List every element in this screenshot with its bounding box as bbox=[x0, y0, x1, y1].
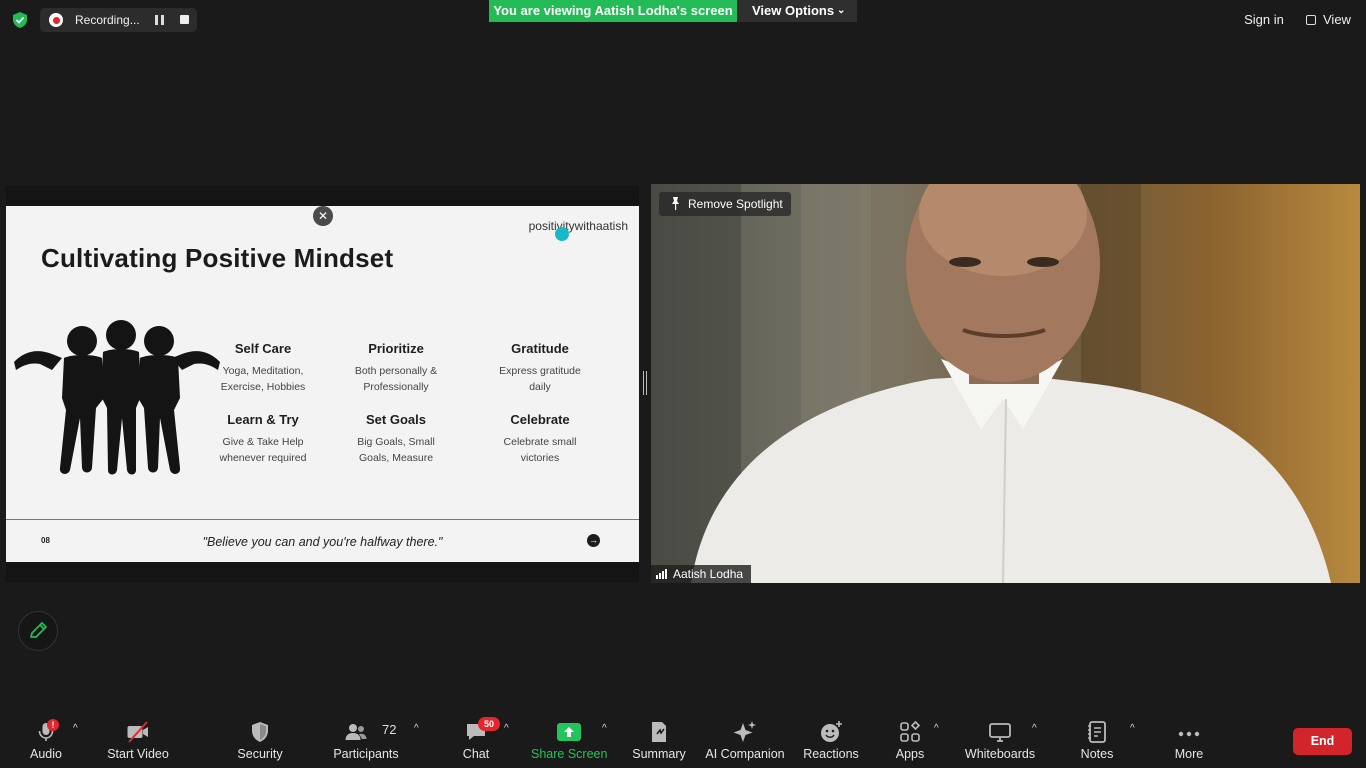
video-off-icon bbox=[127, 721, 148, 743]
more-dots-icon bbox=[1178, 731, 1200, 737]
ai-companion-label: AI Companion bbox=[705, 747, 785, 761]
audio-warning-badge: ! bbox=[47, 719, 59, 731]
view-label: View bbox=[1323, 12, 1351, 27]
pencil-icon bbox=[30, 622, 47, 638]
slide-quote: "Believe you can and you're halfway ther… bbox=[202, 535, 443, 549]
participant-name: Aatish Lodha bbox=[673, 567, 744, 581]
view-options-button[interactable]: View Options ⌄ bbox=[737, 0, 857, 22]
close-icon[interactable]: ✕ bbox=[313, 206, 333, 226]
recording-label: Recording... bbox=[75, 13, 140, 27]
arrow-right-icon: → bbox=[587, 534, 600, 547]
audio-label: Audio bbox=[30, 747, 62, 761]
notes-button[interactable]: Notes bbox=[1074, 718, 1120, 764]
shared-slide: ✕ positivitywithaatish Cultivating Posit… bbox=[6, 206, 639, 562]
apps-label: Apps bbox=[895, 747, 925, 761]
sign-in-button[interactable]: Sign in bbox=[1237, 7, 1291, 33]
notes-options-caret[interactable]: ^ bbox=[1130, 723, 1135, 734]
viewing-screen-banner: You are viewing Aatish Lodha's screen bbox=[489, 0, 737, 22]
whiteboards-options-caret[interactable]: ^ bbox=[1032, 723, 1037, 734]
view-layout-icon bbox=[1306, 15, 1316, 25]
feature-heading: Prioritize bbox=[368, 341, 424, 356]
slide-brand: positivitywithaatish bbox=[528, 219, 628, 233]
feature-description: Express gratitude daily bbox=[499, 365, 581, 393]
participants-icon bbox=[345, 724, 367, 740]
whiteboards-button[interactable]: Whiteboards bbox=[962, 718, 1038, 764]
reactions-button[interactable]: Reactions bbox=[800, 718, 862, 764]
chat-unread-badge: 50 bbox=[478, 717, 500, 731]
recording-dot-icon bbox=[49, 13, 63, 27]
participant-figure bbox=[651, 184, 1331, 583]
feature-heading: Learn & Try bbox=[227, 412, 299, 427]
more-label: More bbox=[1174, 747, 1204, 761]
encryption-shield-icon[interactable] bbox=[11, 11, 29, 29]
audio-options-caret[interactable]: ^ bbox=[73, 723, 78, 734]
feature-description: Both personally & Professionally bbox=[354, 365, 438, 393]
people-group-icon bbox=[14, 320, 220, 475]
feature-self-care: Self Care Yoga, Meditation, Exercise, Hob… bbox=[198, 341, 328, 395]
summary-label: Summary bbox=[632, 747, 686, 761]
feature-description: Celebrate small victories bbox=[503, 436, 577, 464]
end-meeting-button[interactable]: End bbox=[1293, 728, 1352, 755]
security-shield-icon bbox=[252, 722, 268, 742]
share-screen-button[interactable]: Share Screen bbox=[531, 718, 607, 764]
feature-description: Big Goals, Small Goals, Measure bbox=[357, 436, 435, 464]
summary-document-icon bbox=[652, 722, 666, 742]
feature-heading: Set Goals bbox=[366, 412, 426, 427]
audio-button[interactable]: Audio bbox=[18, 718, 74, 764]
participants-options-caret[interactable]: ^ bbox=[414, 723, 419, 734]
whiteboard-icon bbox=[989, 723, 1011, 742]
feature-heading: Celebrate bbox=[510, 412, 570, 427]
participant-name-tag: Aatish Lodha bbox=[651, 565, 751, 583]
notes-label: Notes bbox=[1080, 747, 1114, 761]
signal-strength-icon bbox=[656, 569, 668, 579]
feature-prioritize: Prioritize Both personally & Professional… bbox=[331, 341, 461, 395]
feature-description: Yoga, Meditation, Exercise, Hobbies bbox=[220, 365, 306, 393]
security-label: Security bbox=[237, 747, 283, 761]
apps-options-caret[interactable]: ^ bbox=[934, 723, 939, 734]
view-button[interactable]: View bbox=[1300, 7, 1356, 33]
feature-gratitude: Gratitude Express gratitude daily bbox=[475, 341, 605, 395]
apps-grid-icon bbox=[900, 720, 921, 742]
remote-cursor-icon bbox=[555, 227, 569, 241]
participant-video: Remove Spotlight Aatish Lodha bbox=[651, 184, 1360, 583]
chat-options-caret[interactable]: ^ bbox=[504, 723, 509, 734]
start-video-label: Start Video bbox=[107, 747, 169, 761]
reactions-label: Reactions bbox=[803, 747, 859, 761]
more-button[interactable]: More bbox=[1166, 718, 1212, 764]
remove-spotlight-label: Remove Spotlight bbox=[688, 197, 783, 211]
view-options-label: View Options bbox=[752, 3, 835, 18]
smiley-plus-icon bbox=[821, 721, 842, 742]
recording-indicator: Recording... bbox=[40, 8, 197, 32]
participants-count: 72 bbox=[382, 722, 397, 737]
summary-button[interactable]: Summary bbox=[630, 718, 688, 764]
participants-label: Participants bbox=[333, 747, 399, 761]
chevron-down-icon: ⌄ bbox=[837, 5, 846, 16]
remove-spotlight-button[interactable]: Remove Spotlight bbox=[659, 192, 791, 216]
share-screen-label: Share Screen bbox=[531, 747, 608, 761]
feature-set-goals: Set Goals Big Goals, Small Goals, Measure bbox=[331, 412, 461, 466]
start-video-button[interactable]: Start Video bbox=[102, 718, 174, 764]
feature-description: Give & Take Help whenever required bbox=[219, 436, 307, 464]
security-button[interactable]: Security bbox=[230, 718, 290, 764]
ai-companion-button[interactable]: AI Companion bbox=[704, 718, 786, 764]
slide-divider bbox=[6, 519, 639, 520]
stop-recording-icon[interactable] bbox=[180, 15, 189, 24]
apps-button[interactable]: Apps bbox=[888, 718, 932, 764]
feature-celebrate: Celebrate Celebrate small victories bbox=[475, 412, 605, 466]
whiteboards-label: Whiteboards bbox=[964, 747, 1036, 761]
chat-label: Chat bbox=[462, 747, 490, 761]
notes-icon bbox=[1088, 721, 1106, 743]
feature-learn-try: Learn & Try Give & Take Help whenever req… bbox=[198, 412, 328, 466]
share-screen-icon bbox=[557, 723, 581, 741]
pin-icon bbox=[672, 197, 679, 210]
slide-title: Cultivating Positive Mindset bbox=[41, 243, 394, 273]
share-options-caret[interactable]: ^ bbox=[602, 723, 607, 734]
feature-heading: Self Care bbox=[234, 341, 292, 356]
resize-handle[interactable] bbox=[643, 371, 647, 395]
sparkle-icon bbox=[733, 721, 756, 742]
pause-recording-icon[interactable] bbox=[155, 15, 165, 25]
annotate-button[interactable] bbox=[18, 611, 58, 651]
feature-heading: Gratitude bbox=[511, 341, 569, 356]
